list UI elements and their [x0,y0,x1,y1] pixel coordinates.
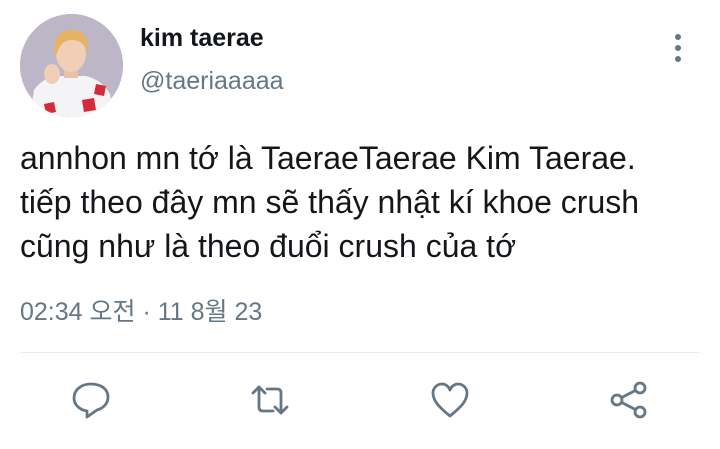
tweet-text: annhon mn tớ là TaeraeTaerae Kim Taerae.… [20,136,710,268]
reply-icon[interactable] [70,379,112,421]
divider [20,352,700,353]
avatar[interactable] [20,14,123,117]
user-handle[interactable]: @taeriaaaaa [140,67,284,96]
tweet-timestamp[interactable]: 02:34 오전 · 11 8월 23 [20,292,262,328]
heart-icon[interactable] [429,379,471,421]
share-icon[interactable] [608,379,650,421]
tweet-text-line: tiếp theo đây mn sẽ thấy nhật kí khoe cr… [20,184,640,220]
tweet-text-line: annhon mn tớ là TaeraeTaerae Kim Taerae. [20,140,636,176]
tweet-text-line: cũng như là theo đuổi crush của tớ [20,228,517,264]
more-vertical-icon[interactable] [664,30,692,66]
more-dot [675,56,681,62]
display-name[interactable]: kim taerae [140,24,264,53]
retweet-icon[interactable] [249,379,291,421]
more-dot [675,45,681,51]
tweet-card: kim taerae @taeriaaaaa annhon mn tớ là T… [0,0,720,449]
more-dot [675,34,681,40]
